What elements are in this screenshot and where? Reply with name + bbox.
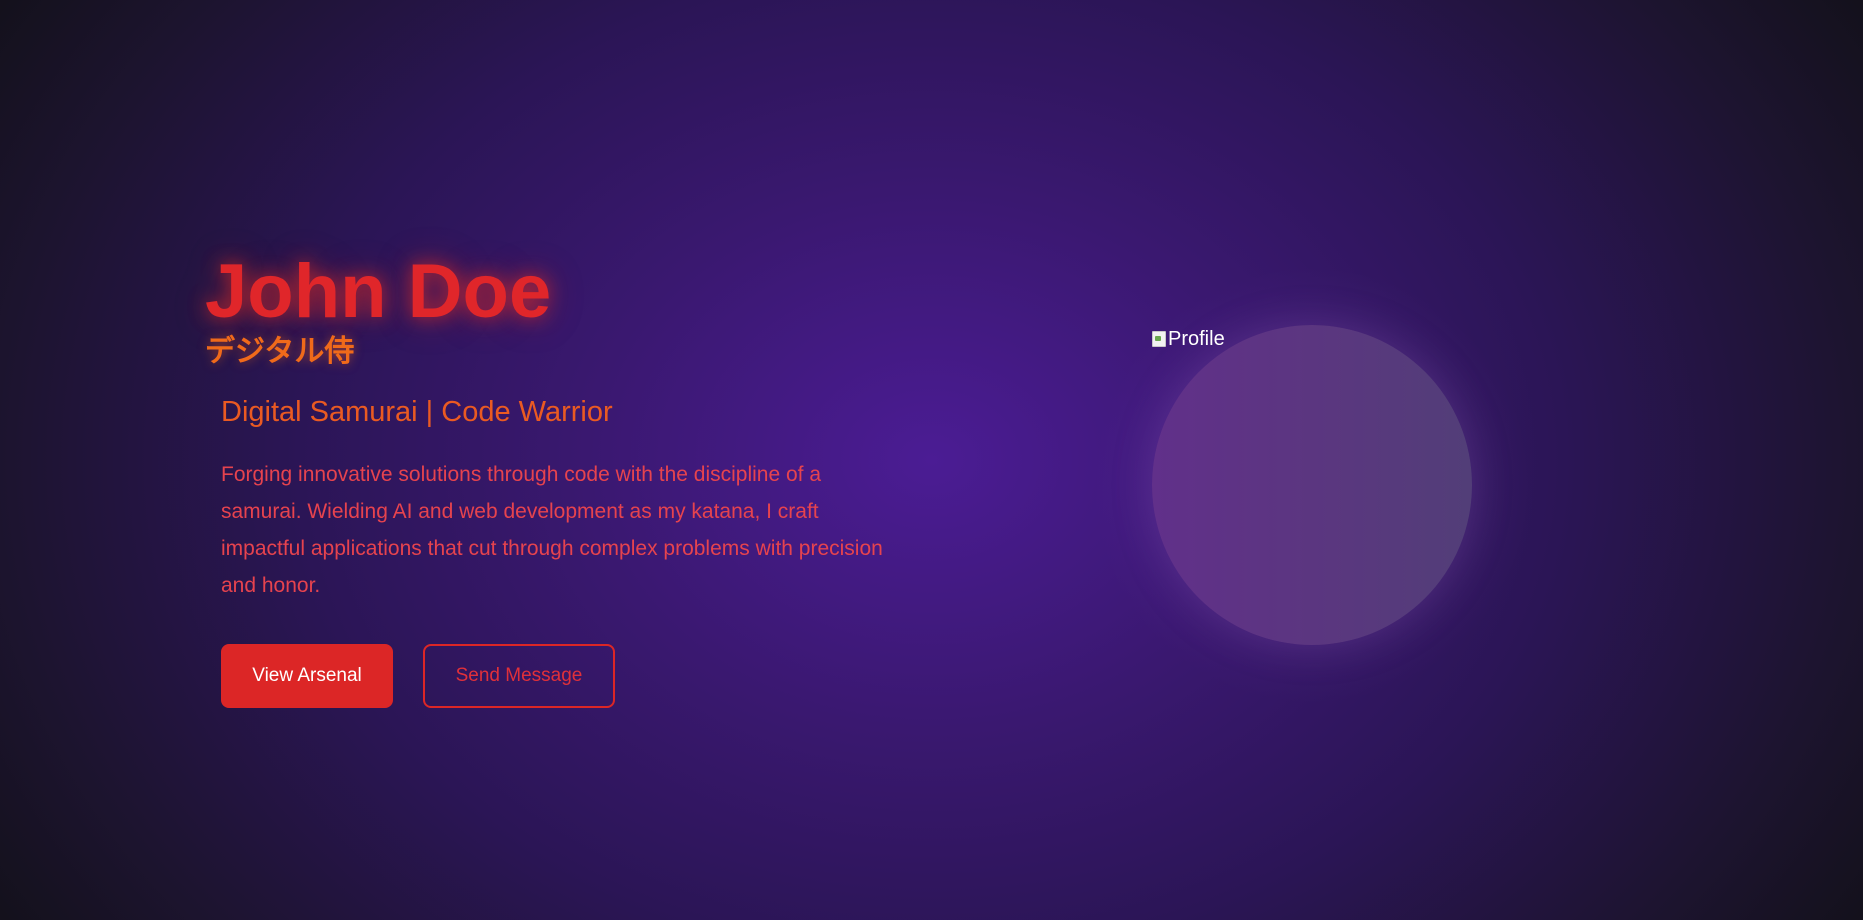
view-arsenal-button[interactable]: View Arsenal: [221, 644, 393, 708]
hero-bio: Forging innovative solutions through cod…: [221, 463, 883, 597]
broken-image-icon: [1152, 331, 1166, 347]
profile-image-container: Profile: [1092, 265, 1532, 705]
hero-section: John Doe デジタル侍 Digital Samurai | Code Wa…: [205, 250, 905, 708]
profile-alt-label: Profile: [1168, 328, 1225, 350]
hero-name: John Doe: [205, 249, 552, 334]
hero-tagline: Digital Samurai | Code Warrior: [221, 396, 613, 428]
profile-alt-text: Profile: [1152, 327, 1225, 351]
japanese-title: デジタル侍: [205, 334, 355, 369]
profile-image: [1152, 325, 1472, 645]
send-message-button[interactable]: Send Message: [423, 644, 615, 708]
hero-buttons: View Arsenal Send Message: [221, 644, 905, 708]
